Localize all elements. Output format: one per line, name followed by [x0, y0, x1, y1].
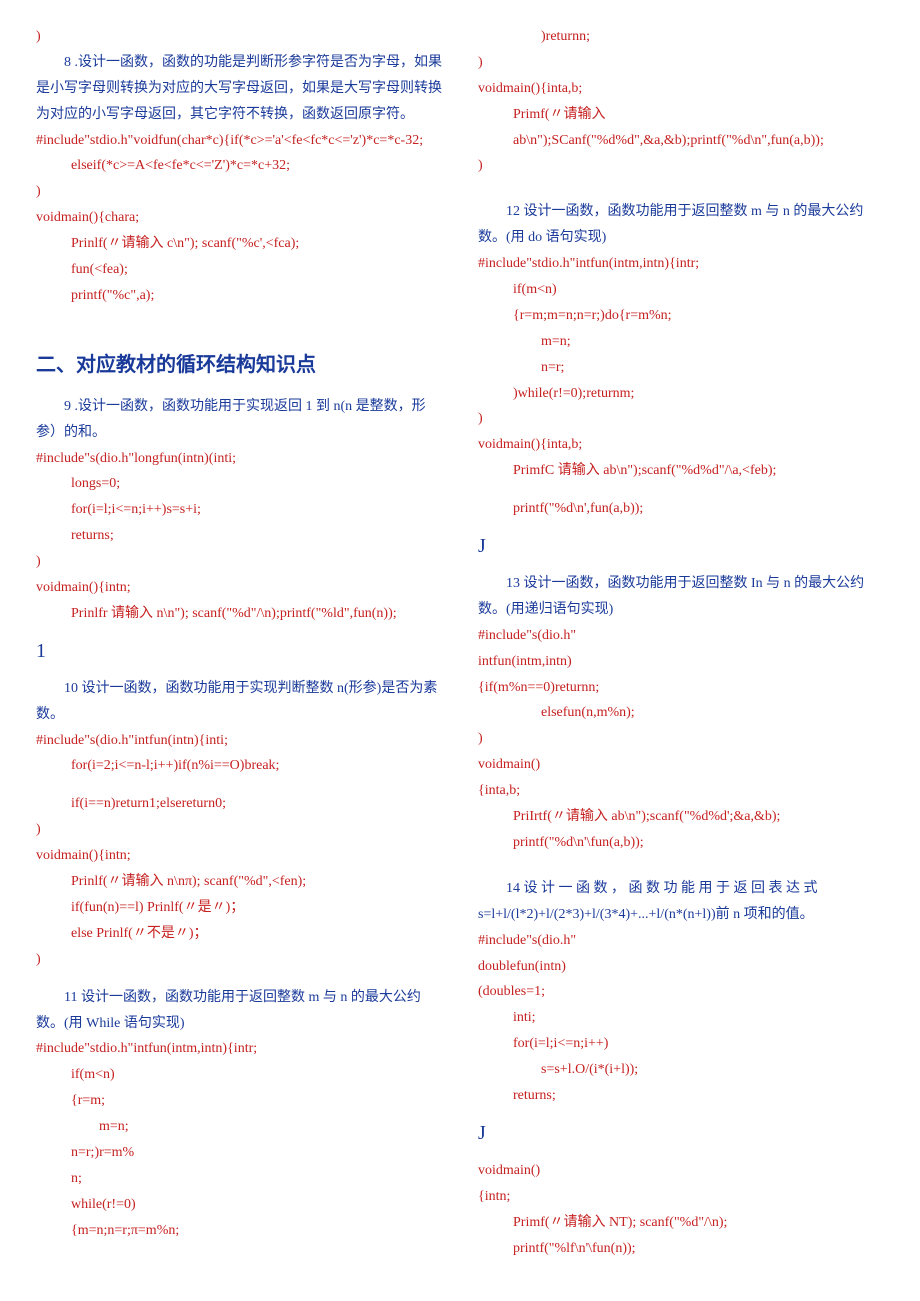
- stray-digit: 1: [36, 633, 442, 670]
- code-line: returns;: [36, 523, 442, 549]
- two-column-layout: ) 8 .设计一函数，函数的功能是判断形参字符是否为字母，如果是小写字母则转换为…: [36, 24, 884, 1261]
- code-line: elseif(*c>=A<fe<fe*c<='Z')*c=*c+32;: [36, 153, 442, 179]
- code-line: PrimfC 请输入 ab\n");scanf("%d%d"/\a,<feb);: [478, 458, 884, 484]
- code-line: printf("%lf\n'\fun(n));: [478, 1236, 884, 1262]
- code-line: {intn;: [478, 1184, 884, 1210]
- code-line: voidmain(){intn;: [36, 575, 442, 601]
- code-line: n;: [36, 1166, 442, 1192]
- code-line: #include"s(dio.h"intfun(intn){inti;: [36, 728, 442, 754]
- problem-text: 8 .设计一函数，函数的功能是判断形参字符是否为字母，如果是小写字母则转换为对应…: [36, 50, 442, 128]
- code-line: ): [36, 549, 442, 575]
- code-line: m=n;: [36, 1114, 442, 1140]
- code-line: ): [36, 24, 442, 50]
- code-line: Primf(〃请输入: [478, 102, 884, 128]
- code-line: PriIrtf(〃请输入 ab\n");scanf("%d%d';&a,&b);: [478, 804, 884, 830]
- code-line: voidmain(){inta,b;: [478, 432, 884, 458]
- code-line: )while(r!=0);returnm;: [478, 381, 884, 407]
- code-line: s=s+l.O/(i*(i+l));: [478, 1057, 884, 1083]
- code-line: ): [478, 50, 884, 76]
- code-line: for(i=2;i<=n-l;i++)if(n%i==O)break;: [36, 753, 442, 779]
- code-line: {r=m;: [36, 1088, 442, 1114]
- code-line: #include"stdio.h"intfun(intm,intn){intr;: [478, 251, 884, 277]
- code-line: Prinlf(〃请输入 c\n"); scanf("%c',<fca);: [36, 231, 442, 257]
- code-line: printf("%d\n',fun(a,b));: [478, 496, 884, 522]
- code-line: {inta,b;: [478, 778, 884, 804]
- code-line: for(i=l;i<=n;i++): [478, 1031, 884, 1057]
- code-line: ab\n");SCanf("%d%d",&a,&b);printf("%d\n"…: [478, 128, 884, 154]
- code-line: n=r;: [478, 355, 884, 381]
- stray-letter: J: [478, 1115, 884, 1152]
- code-line: Primf(〃请输入 NT); scanf("%d"/\n);: [478, 1210, 884, 1236]
- code-line: inti;: [478, 1005, 884, 1031]
- code-line: printf("%c",a);: [36, 283, 442, 309]
- code-line: Prinlf(〃请输入 n\nπ); scanf("%d",<fen);: [36, 869, 442, 895]
- problem-text: 14 设 计 一 函 数 ， 函 数 功 能 用 于 返 回 表 达 式 s=l…: [478, 876, 884, 928]
- code-line: if(m<n): [36, 1062, 442, 1088]
- problem-text: 12 设计一函数，函数功能用于返回整数 m 与 n 的最大公约数。(用 do 语…: [478, 199, 884, 251]
- code-line: returns;: [478, 1083, 884, 1109]
- code-line: doublefun(intn): [478, 954, 884, 980]
- code-line: {r=m;m=n;n=r;)do{r=m%n;: [478, 303, 884, 329]
- code-line: if(m<n): [478, 277, 884, 303]
- code-line: voidmain(){intn;: [36, 843, 442, 869]
- code-line: if(fun(n)==l) Prinlf(〃是〃)；: [36, 895, 442, 921]
- code-line: {m=n;n=r;π=m%n;: [36, 1218, 442, 1244]
- code-line: printf("%d\n'\fun(a,b));: [478, 830, 884, 856]
- code-line: #include"s(dio.h"longfun(intn)(inti;: [36, 446, 442, 472]
- code-line: ): [36, 947, 442, 973]
- problem-text: 9 .设计一函数，函数功能用于实现返回 1 到 n(n 是整数，形参）的和。: [36, 394, 442, 446]
- code-line: elsefun(n,m%n);: [478, 700, 884, 726]
- code-line: (doubles=1;: [478, 979, 884, 1005]
- problem-text: 13 设计一函数，函数功能用于返回整数 In 与 n 的最大公约数。(用递归语句…: [478, 571, 884, 623]
- code-line: else Prinlf(〃不是〃)；: [36, 921, 442, 947]
- code-line: intfun(intm,intn): [478, 649, 884, 675]
- code-line: #include"s(dio.h": [478, 623, 884, 649]
- code-line: {if(m%n==0)returnn;: [478, 675, 884, 701]
- code-line: voidmain(): [478, 752, 884, 778]
- problem-text: 11 设计一函数，函数功能用于返回整数 m 与 n 的最大公约数。(用 Whil…: [36, 985, 442, 1037]
- code-line: #include"stdio.h"intfun(intm,intn){intr;: [36, 1036, 442, 1062]
- section-heading: 二、对应教材的循环结构知识点: [36, 347, 442, 384]
- stray-letter: J: [478, 528, 884, 565]
- code-line: if(i==n)return1;elsereturn0;: [36, 791, 442, 817]
- code-line: #include"stdio.h"voidfun(char*c){if(*c>=…: [36, 128, 442, 154]
- problem-text: 10 设计一函数，函数功能用于实现判断整数 n(形参)是否为素数。: [36, 676, 442, 728]
- code-line: m=n;: [478, 329, 884, 355]
- code-line: #include"s(dio.h": [478, 928, 884, 954]
- code-line: fun(<fea);: [36, 257, 442, 283]
- code-line: while(r!=0): [36, 1192, 442, 1218]
- code-line: n=r;)r=m%: [36, 1140, 442, 1166]
- code-line: Prinlfr 请输入 n\n"); scanf("%d"/\n);printf…: [36, 601, 442, 627]
- code-line: ): [478, 726, 884, 752]
- code-line: )returnn;: [478, 24, 884, 50]
- code-line: ): [478, 153, 884, 179]
- code-line: ): [36, 179, 442, 205]
- code-line: ): [36, 817, 442, 843]
- code-line: voidmain(): [478, 1158, 884, 1184]
- code-line: for(i=l;i<=n;i++)s=s+i;: [36, 497, 442, 523]
- code-line: ): [478, 406, 884, 432]
- code-line: voidmain(){inta,b;: [478, 76, 884, 102]
- code-line: voidmain(){chara;: [36, 205, 442, 231]
- code-line: longs=0;: [36, 471, 442, 497]
